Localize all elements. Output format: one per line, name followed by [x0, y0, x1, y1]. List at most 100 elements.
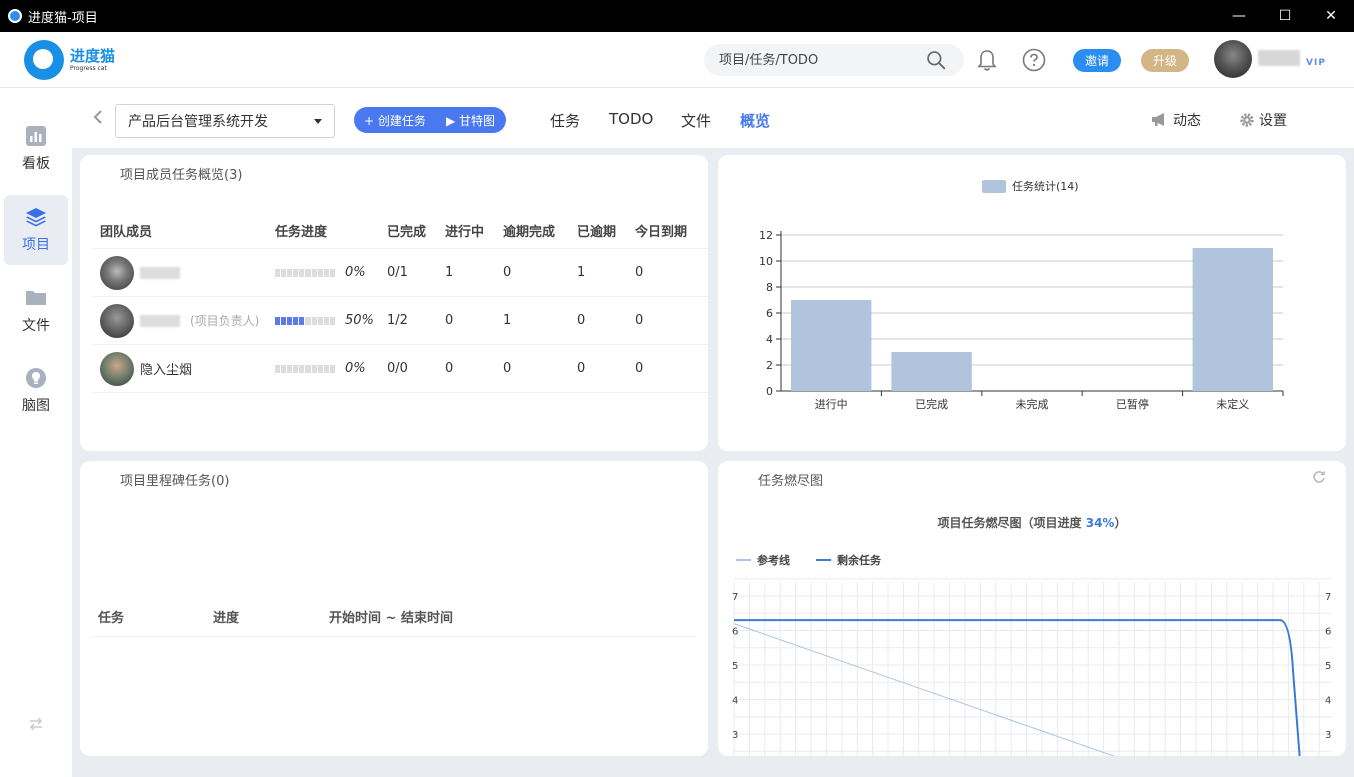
logo-name: 进度猫	[70, 47, 116, 65]
switch-icon[interactable]	[28, 716, 44, 732]
chevron-left-icon[interactable]	[92, 110, 104, 124]
table-row[interactable]: 隐入尘烟 0% 0/0 0 0 0 0	[92, 345, 708, 393]
member-name-redacted	[140, 314, 180, 327]
action-button-group: + 创建任务 ▶ 甘特图	[354, 107, 506, 133]
table-row[interactable]: 0% 0/1 1 0 1 0	[92, 249, 708, 297]
tab-todo[interactable]: TODO	[609, 110, 653, 128]
y-tick-label: 0	[766, 385, 773, 398]
logo[interactable]: 进度猫 Progress cat	[24, 40, 115, 80]
cell-due-today: 0	[635, 265, 644, 280]
search-icon[interactable]	[926, 50, 946, 70]
progress-segment	[293, 364, 299, 373]
progress-segment	[305, 364, 311, 373]
progress-segment	[275, 268, 281, 277]
column-header: 进行中	[445, 225, 485, 240]
close-button[interactable]: ✕	[1308, 0, 1354, 32]
tab-overview[interactable]: 概览	[740, 110, 770, 131]
table-row[interactable]: (项目负责人) 50% 1/2 0 1 0 0	[92, 297, 708, 345]
sidebar-item-label: 项目	[22, 237, 50, 253]
progress-percent: 0%	[345, 265, 366, 280]
gantt-button[interactable]: ▶ 甘特图	[436, 107, 495, 133]
settings-button[interactable]: 设置	[1239, 110, 1287, 130]
activity-label: 动态	[1173, 113, 1201, 129]
progress-segment	[329, 364, 335, 373]
y-tick-label: 8	[766, 281, 773, 294]
legend-label: 剩余任务	[837, 553, 882, 567]
avatar	[100, 303, 134, 338]
bar	[1192, 248, 1273, 391]
progress-segment	[317, 268, 323, 277]
upgrade-button[interactable]: 升级	[1141, 49, 1189, 72]
project-select-value: 产品后台管理系统开发	[128, 114, 268, 130]
y-tick-label: 4	[1325, 696, 1331, 707]
help-icon[interactable]	[1022, 48, 1046, 72]
cell-done: 1/2	[387, 313, 408, 328]
cell-overdue: 1	[577, 265, 586, 280]
search-input[interactable]	[719, 52, 919, 68]
cell-done: 0/0	[387, 361, 408, 376]
progress-bar	[275, 316, 335, 325]
sidebar-item-files[interactable]: 文件	[4, 276, 68, 346]
task-stats-card: 任务统计(14) 0 2 4 6 8 10 12 进行中 已完成 未完成 已暂停 未定义	[718, 155, 1346, 451]
progress-segment	[329, 316, 335, 325]
bulb-icon	[26, 368, 46, 388]
user-name-redacted[interactable]	[1258, 50, 1300, 66]
sidebar-item-project[interactable]: 项目	[4, 195, 68, 265]
cell-due-today: 0	[635, 313, 644, 328]
y-tick-label: 6	[1325, 627, 1331, 638]
logo-subtitle: Progress cat	[70, 65, 107, 72]
progress-segment	[281, 268, 287, 277]
x-tick-label: 进行中	[815, 398, 848, 411]
burndown-card-title: 任务燃尽图	[758, 474, 824, 489]
progress-segment	[323, 316, 329, 325]
column-header: 开始时间 ~ 结束时间	[329, 611, 453, 626]
progress-segment	[287, 268, 293, 277]
minimize-button[interactable]: —	[1216, 0, 1262, 32]
tab-tasks[interactable]: 任务	[550, 110, 580, 131]
series-line-remaining	[734, 619, 1301, 756]
settings-label: 设置	[1259, 113, 1287, 129]
milestone-card-title: 项目里程碑任务(0)	[120, 474, 230, 489]
activity-button[interactable]: 动态	[1151, 110, 1201, 130]
project-toolbar: 产品后台管理系统开发 + 创建任务 ▶ 甘特图 任务 TODO 文件 概览 动态…	[72, 88, 1354, 148]
burndown-title: 项目任务燃尽图（项目进度 34%）	[938, 515, 1127, 530]
progress-percent: 0%	[345, 361, 366, 376]
y-tick-label: 6	[766, 307, 773, 320]
column-header: 逾期完成	[503, 225, 556, 240]
task-stats-chart: 任务统计(14) 0 2 4 6 8 10 12 进行中 已完成 未完成 已暂停 未定义	[759, 180, 1284, 411]
cell-overdue: 0	[577, 313, 586, 328]
cell-in-progress: 0	[445, 313, 454, 328]
refresh-icon[interactable]	[1312, 470, 1326, 484]
progress-segment	[305, 316, 311, 325]
y-tick-label: 7	[732, 592, 738, 603]
progress-segment	[317, 316, 323, 325]
tab-files[interactable]: 文件	[681, 110, 711, 131]
cell-overdue: 0	[577, 361, 586, 376]
x-tick-label: 未完成	[1016, 397, 1049, 411]
progress-segment	[317, 364, 323, 373]
gear-icon	[1240, 113, 1254, 127]
x-tick-label: 已暂停	[1116, 397, 1149, 411]
members-overview-card: 项目成员任务概览(3) 团队成员 任务进度 已完成 进行中 逾期完成 已逾期 今…	[80, 155, 708, 451]
y-tick-label: 10	[759, 255, 773, 268]
logo-icon	[24, 40, 64, 80]
invite-button[interactable]: 邀请	[1073, 49, 1121, 72]
avatar[interactable]	[1214, 40, 1252, 78]
member-name: 隐入尘烟	[140, 363, 193, 378]
column-header: 团队成员	[100, 225, 153, 240]
sidebar-item-board[interactable]: 看板	[4, 114, 68, 184]
bell-icon[interactable]	[975, 48, 999, 72]
sidebar-item-label: 文件	[22, 318, 50, 334]
y-tick-label: 6	[732, 627, 738, 638]
column-header: 已逾期	[577, 225, 617, 240]
app-header: 进度猫 Progress cat 邀请 升级 VIP	[0, 32, 1354, 88]
create-task-button[interactable]: + 创建任务	[354, 107, 436, 133]
bar	[891, 352, 972, 391]
project-select[interactable]: 产品后台管理系统开发	[115, 104, 335, 138]
search-box	[704, 44, 964, 76]
progress-segment	[275, 316, 281, 325]
progress-segment	[299, 268, 305, 277]
y-tick-label: 2	[766, 359, 773, 372]
sidebar-item-mindmap[interactable]: 脑图	[4, 356, 68, 426]
maximize-button[interactable]: ☐	[1262, 0, 1308, 32]
